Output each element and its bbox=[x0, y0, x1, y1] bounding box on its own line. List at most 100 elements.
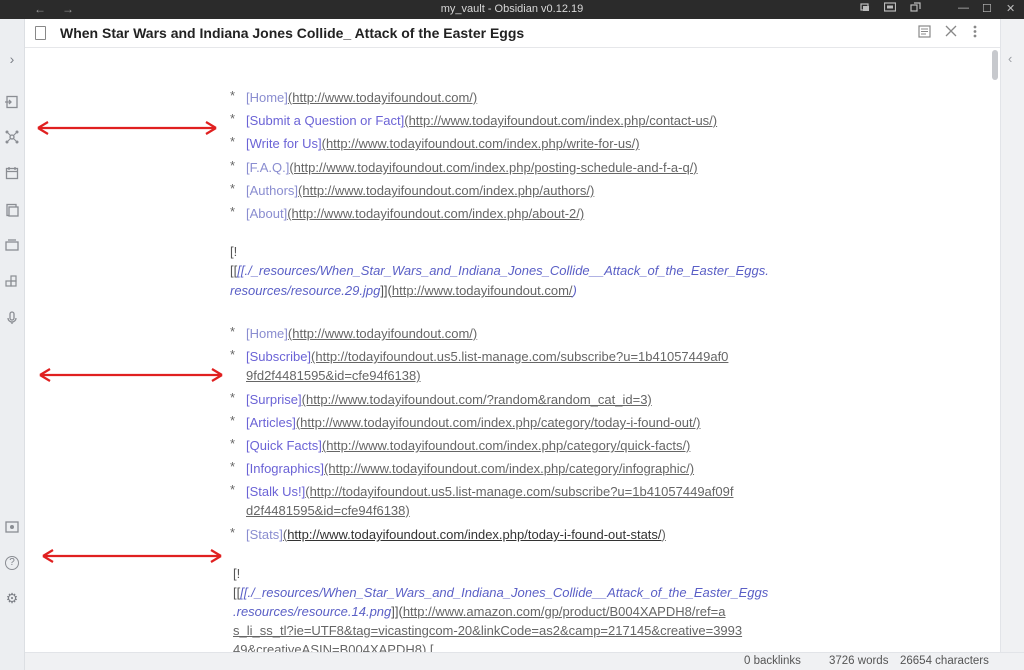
image-embed-open: [! bbox=[233, 566, 241, 581]
minimize-button[interactable]: — bbox=[958, 2, 969, 14]
more-options-icon[interactable] bbox=[973, 25, 977, 41]
list-item: [Quick Facts](http://www.todayifoundout.… bbox=[246, 436, 690, 455]
link-label[interactable]: [Home] bbox=[246, 326, 288, 341]
double-arrow-annotation bbox=[39, 368, 223, 382]
link-label[interactable]: [Stalk Us!] bbox=[246, 484, 305, 499]
link-url-cont[interactable]: 9fd2f4481595&id=cfe94f6138) bbox=[246, 368, 421, 383]
image-link-url-cont: s_li_ss_tl?ie=UTF8&tag=vicastingcom-20&l… bbox=[233, 621, 742, 640]
open-vault-icon[interactable] bbox=[5, 520, 19, 534]
document-icon bbox=[35, 26, 46, 40]
slides-icon[interactable] bbox=[5, 238, 19, 252]
list-bullet: * bbox=[230, 111, 236, 126]
list-item: [Submit a Question or Fact](http://www.t… bbox=[246, 111, 717, 130]
settings-gear-icon[interactable]: ⚙ bbox=[5, 591, 19, 605]
list-bullet: * bbox=[230, 459, 236, 474]
note-header: When Star Wars and Indiana Jones Collide… bbox=[25, 19, 1000, 48]
link-url[interactable]: (http://www.todayifoundout.com/index.php… bbox=[404, 113, 717, 128]
image-embed-open: [! bbox=[230, 244, 238, 259]
expand-sidebar-icon[interactable]: › bbox=[5, 52, 19, 66]
link-label[interactable]: [Write for Us] bbox=[246, 136, 322, 151]
list-bullet: * bbox=[230, 413, 236, 428]
word-count: 3726 words bbox=[829, 655, 889, 667]
reading-view-icon[interactable] bbox=[918, 25, 931, 41]
link-label[interactable]: [Surprise] bbox=[246, 392, 302, 407]
link-label[interactable]: [Home] bbox=[246, 90, 288, 105]
tablet-icon[interactable] bbox=[883, 2, 897, 15]
link-url[interactable]: (http://www.todayifoundout.com/index.php… bbox=[289, 160, 697, 175]
list-item: [Infographics](http://www.todayifoundout… bbox=[246, 459, 694, 478]
list-bullet: * bbox=[230, 390, 236, 405]
link-url[interactable]: (http://todayifoundout.us5.list-manage.c… bbox=[311, 349, 728, 364]
link-url[interactable]: (http://www.todayifoundout.com/index.php… bbox=[287, 206, 584, 221]
image-path-line2[interactable]: .resources/resource.14.png bbox=[233, 604, 391, 619]
templates-icon[interactable] bbox=[5, 203, 19, 217]
link-url[interactable]: (http://www.todayifoundout.com/index.php… bbox=[322, 136, 640, 151]
plugins-icon[interactable] bbox=[5, 275, 19, 289]
close-pane-icon[interactable] bbox=[945, 25, 957, 40]
microphone-icon[interactable] bbox=[5, 311, 19, 325]
list-item: [About](http://www.todayifoundout.com/in… bbox=[246, 204, 584, 223]
help-icon[interactable]: ? bbox=[5, 556, 19, 570]
list-bullet: * bbox=[230, 324, 236, 339]
backlinks-count[interactable]: 0 backlinks bbox=[744, 655, 801, 667]
image-link-url-line3[interactable]: 49&creativeASIN=B004XAPDH8) [ bbox=[233, 642, 434, 652]
character-count: 26654 characters bbox=[900, 655, 989, 667]
vault-icon[interactable] bbox=[860, 2, 870, 15]
link-url[interactable]: (http://www.todayifoundout.com/index.php… bbox=[324, 461, 694, 476]
image-path-line2[interactable]: resources/resource.29.jpg bbox=[230, 283, 380, 298]
daily-note-calendar-icon[interactable] bbox=[5, 166, 19, 180]
list-bullet: * bbox=[230, 88, 236, 103]
open-quick-switcher-icon[interactable] bbox=[5, 95, 19, 109]
list-item: [Articles](http://www.todayifoundout.com… bbox=[246, 413, 701, 432]
link-url[interactable]: (http://www.todayifoundout.com/) bbox=[288, 90, 477, 105]
link-label[interactable]: [Quick Facts] bbox=[246, 438, 322, 453]
note-title[interactable]: When Star Wars and Indiana Jones Collide… bbox=[60, 25, 524, 41]
image-embed-close: ]]( bbox=[391, 604, 403, 619]
list-item: [Home](http://www.todayifoundout.com/) bbox=[246, 88, 477, 107]
sync-icon[interactable] bbox=[910, 2, 921, 15]
list-item: [Authors](http://www.todayifoundout.com/… bbox=[246, 181, 594, 200]
link-label[interactable]: [F.A.Q.] bbox=[246, 160, 289, 175]
link-label[interactable]: [Subscribe] bbox=[246, 349, 311, 364]
link-label[interactable]: [Stats] bbox=[246, 527, 283, 542]
list-bullet: * bbox=[230, 204, 236, 219]
title-bar: ← → my_vault - Obsidian v0.12.19 — ☐ ✕ bbox=[0, 0, 1024, 19]
list-item: [Surprise](http://www.todayifoundout.com… bbox=[246, 390, 652, 409]
right-sidebar-strip: ‹ bbox=[1000, 19, 1024, 652]
list-item-wrap: d2f4481595&id=cfe94f6138) bbox=[246, 501, 410, 520]
link-url[interactable]: (http://todayifoundout.us5.list-manage.c… bbox=[305, 484, 733, 499]
link-url[interactable]: http://www.todayifoundout.com/index.php/… bbox=[287, 527, 661, 542]
link-label[interactable]: [Submit a Question or Fact] bbox=[246, 113, 404, 128]
link-url[interactable]: (http://www.todayifoundout.com/index.php… bbox=[298, 183, 594, 198]
link-url[interactable]: (http://www.todayifoundout.com/) bbox=[288, 326, 477, 341]
image-path-line1[interactable]: [[./_resources/When_Star_Wars_and_Indian… bbox=[240, 585, 768, 600]
link-url[interactable]: (http://www.todayifoundout.com/index.php… bbox=[296, 415, 701, 430]
link-label[interactable]: [Authors] bbox=[246, 183, 298, 198]
maximize-button[interactable]: ☐ bbox=[982, 2, 992, 15]
list-item: [Home](http://www.todayifoundout.com/) bbox=[246, 324, 477, 343]
graph-view-icon[interactable] bbox=[5, 130, 19, 144]
link-label[interactable]: [Infographics] bbox=[246, 461, 324, 476]
status-bar: 0 backlinks 3726 words 26654 characters bbox=[25, 652, 1024, 670]
link-url-close: ) bbox=[661, 527, 666, 542]
list-bullet: * bbox=[230, 482, 236, 497]
list-bullet: * bbox=[230, 158, 236, 173]
list-item-wrap: 9fd2f4481595&id=cfe94f6138) bbox=[246, 366, 421, 385]
window-title: my_vault - Obsidian v0.12.19 bbox=[440, 3, 584, 15]
link-url[interactable]: (http://www.todayifoundout.com/index.php… bbox=[322, 438, 691, 453]
scrollbar-thumb[interactable] bbox=[992, 50, 998, 80]
link-label[interactable]: [Articles] bbox=[246, 415, 296, 430]
double-arrow-annotation bbox=[42, 549, 222, 563]
link-label[interactable]: [About] bbox=[246, 206, 287, 221]
image-link-url-line2[interactable]: s_li_ss_tl?ie=UTF8&tag=vicastingcom-20&l… bbox=[233, 623, 742, 638]
link-url-cont[interactable]: d2f4481595&id=cfe94f6138) bbox=[246, 503, 410, 518]
collapse-right-sidebar-icon[interactable]: ‹ bbox=[1008, 51, 1012, 66]
image-path-line1[interactable]: [[./_resources/When_Star_Wars_and_Indian… bbox=[237, 263, 769, 278]
close-window-button[interactable]: ✕ bbox=[1006, 2, 1015, 15]
double-arrow-annotation bbox=[37, 121, 217, 135]
list-item: [Stats](http://www.todayifoundout.com/in… bbox=[246, 525, 666, 544]
image-embed-path: [[[[./_resources/When_Star_Wars_and_Indi… bbox=[233, 585, 769, 600]
image-link-url[interactable]: http://www.todayifoundout.com/ bbox=[392, 283, 573, 298]
image-link-url[interactable]: http://www.amazon.com/gp/product/B004XAP… bbox=[403, 604, 726, 619]
link-url[interactable]: (http://www.todayifoundout.com/?random&r… bbox=[302, 392, 652, 407]
